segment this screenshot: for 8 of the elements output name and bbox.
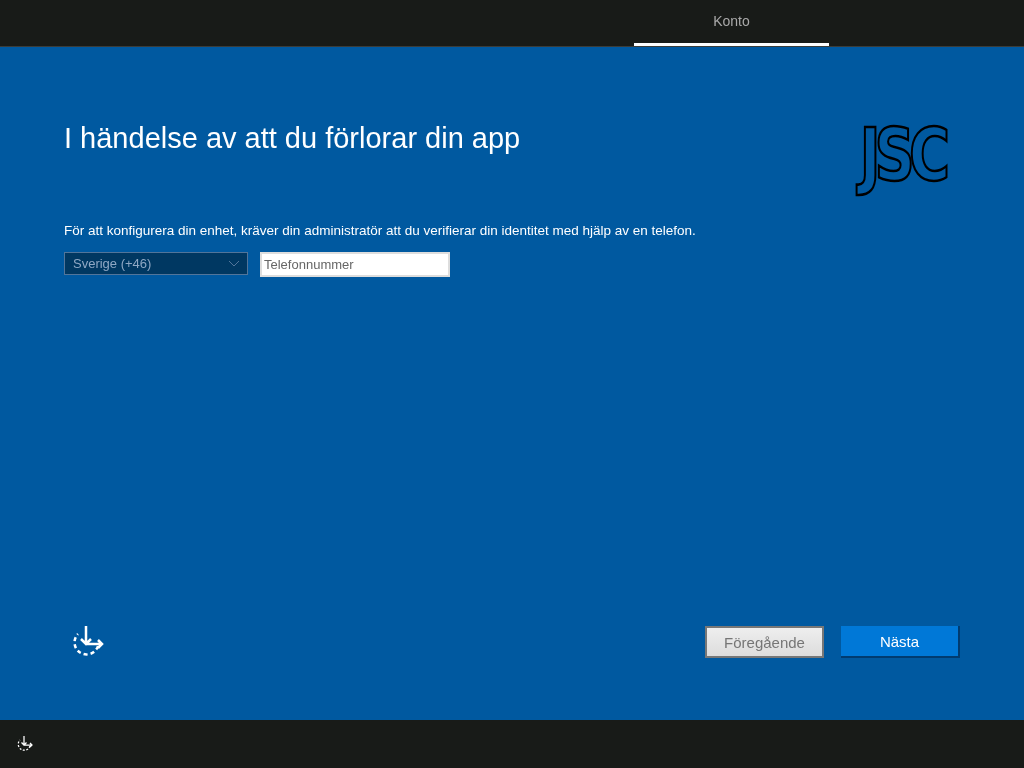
phone-input-field[interactable]: Telefonnummer bbox=[260, 252, 450, 277]
page-title: I händelse av att du förlorar din app bbox=[64, 122, 521, 155]
tab[interactable]: Konto bbox=[634, 0, 829, 46]
next-button[interactable]: Nästa bbox=[841, 626, 960, 658]
chevron-down-icon bbox=[229, 260, 239, 267]
accessibility-icon[interactable] bbox=[16, 735, 34, 753]
description-text: För att konfigurera din enhet, kräver din administratör att du verifierar din identitet med hjälp av en telefon. bbox=[64, 223, 697, 238]
country-dropdown[interactable]: Sverige (+46) bbox=[64, 252, 248, 275]
